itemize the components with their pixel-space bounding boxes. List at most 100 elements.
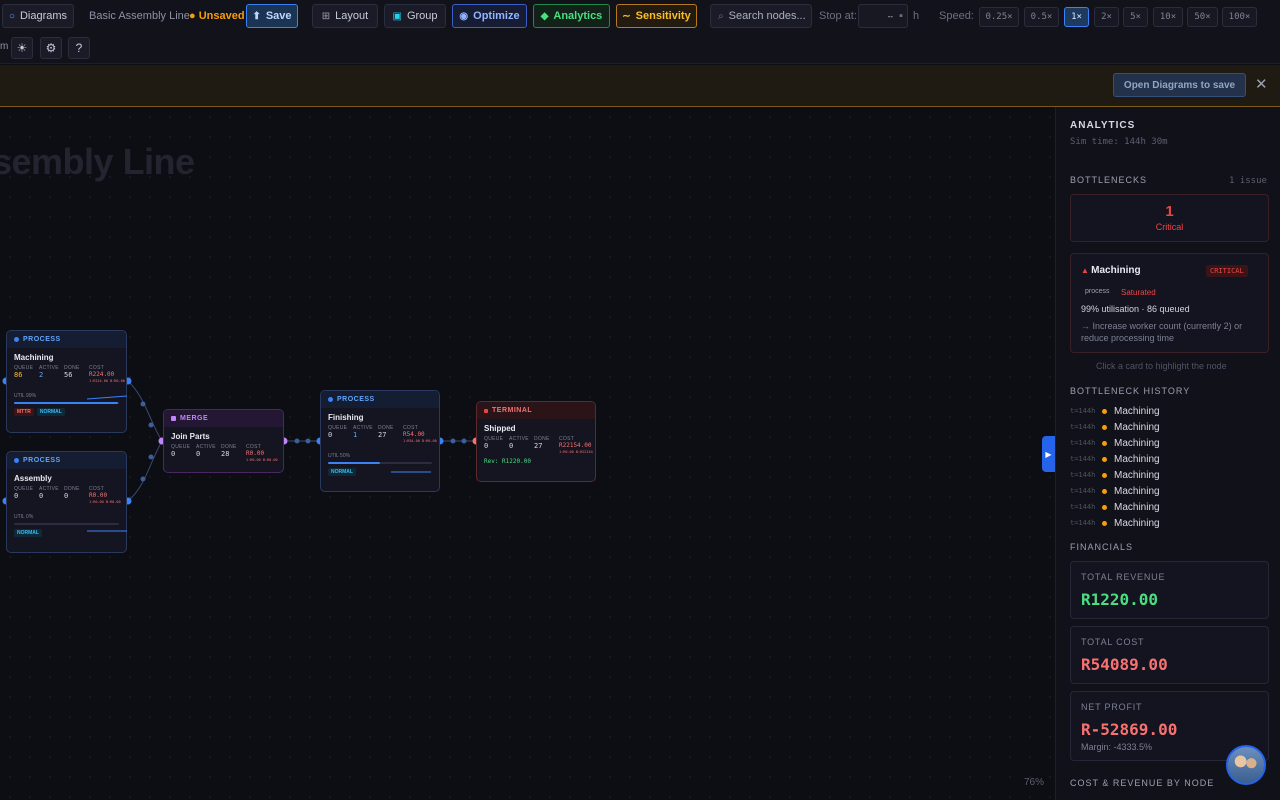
circle-icon: ○ (8, 10, 15, 22)
help-button[interactable]: ? (68, 37, 90, 59)
group-button[interactable]: ▣ Group (384, 4, 446, 28)
cost-value: R22154.00 (559, 442, 592, 449)
process-icon (328, 397, 333, 402)
node-machining[interactable]: PROCESS Machining QUEUE ACTIVE DONE COST… (6, 330, 127, 433)
diagram-canvas[interactable]: sembly Line PROCESS Machining QUEUE ACTI… (0, 107, 1055, 800)
history-item[interactable]: t=144h Machining (1070, 500, 1160, 514)
history-item[interactable]: t=144h Machining (1070, 452, 1160, 466)
node-stats: QUEUE ACTIVE DONE COST 0 1 27 R54.00 (321, 422, 439, 439)
analytics-button[interactable]: ◆ Analytics (533, 4, 610, 28)
total-revenue-card: TOTAL REVENUE R1220.00 (1070, 561, 1269, 619)
speed-0.5x[interactable]: 0.5× (1024, 7, 1059, 27)
layout-button[interactable]: ⊞ Layout (312, 4, 378, 28)
speed-5x[interactable]: 5× (1123, 7, 1148, 27)
warning-dot-icon (1102, 408, 1107, 414)
active-value: 0 (196, 450, 201, 458)
mttr-tag: MTTR (14, 408, 34, 416)
speed-0.25x[interactable]: 0.25× (979, 7, 1019, 27)
speed-2x[interactable]: 2× (1094, 7, 1119, 27)
bottleneck-kind: process (1085, 288, 1110, 295)
stop-at-input[interactable]: -- ▪ (858, 4, 908, 28)
sim-time: Sim time: 144h 30m (1070, 137, 1168, 147)
close-icon[interactable]: ✕ (1255, 75, 1268, 93)
warning-dot-icon (1102, 488, 1107, 494)
unsaved-indicator: ● Unsaved (189, 10, 245, 22)
node-type: PROCESS (337, 396, 375, 403)
toolbar-row2-prefix: m (0, 41, 9, 52)
edge-machining-join (127, 380, 163, 442)
history-item[interactable]: t=144h Machining (1070, 484, 1160, 498)
done-value: 56 (64, 371, 73, 379)
process-icon (14, 337, 19, 342)
node-stats: QUEUE ACTIVE DONE COST 0 0 0 R0.00 (7, 483, 126, 500)
history-item[interactable]: t=144h Machining (1070, 516, 1160, 530)
speed-100x[interactable]: 100× (1222, 7, 1257, 27)
history-item[interactable]: t=144h Machining (1070, 468, 1160, 482)
warning-dot-icon (1102, 456, 1107, 462)
settings-button[interactable]: ⚙ (40, 37, 62, 59)
speed-1x[interactable]: 1× (1064, 7, 1089, 27)
history-time: t=144h (1070, 423, 1096, 431)
sensitivity-button[interactable]: ∼ Sensitivity (616, 4, 697, 28)
done-value: 28 (221, 450, 230, 458)
normal-tag: NORMAL (328, 468, 356, 476)
bottleneck-advice: → Increase worker count (currently 2) or… (1081, 320, 1261, 344)
terminal-icon (484, 408, 488, 413)
optimize-button[interactable]: ◉ Optimize (452, 4, 527, 28)
speed-10x[interactable]: 10× (1153, 7, 1183, 27)
speed-50x[interactable]: 50× (1187, 7, 1218, 27)
panel-hint: Click a card to highlight the node (1096, 361, 1227, 371)
bottleneck-summary: 99% utilisation · 86 queued (1081, 304, 1190, 314)
node-header: PROCESS (7, 452, 126, 469)
bottlenecks-count: 1 issue (1229, 176, 1267, 186)
net-profit-value: R-52869.00 (1081, 720, 1178, 739)
node-type: PROCESS (23, 336, 61, 343)
active-value: 0 (509, 442, 514, 450)
diagrams-button[interactable]: ○ Diagrams (2, 4, 74, 28)
history-node-name: Machining (1114, 421, 1160, 433)
history-time: t=144h (1070, 455, 1096, 463)
cost-value: R0.00 (246, 450, 265, 457)
unsaved-label: Unsaved (198, 10, 245, 22)
node-join-parts[interactable]: MERGE Join Parts QUEUE ACTIVE DONE COST … (163, 409, 284, 473)
critical-summary-card[interactable]: 1 Critical (1070, 194, 1269, 242)
panel-toggle-button[interactable]: ▶ (1042, 436, 1055, 472)
normal-tag: NORMAL (14, 529, 42, 537)
zoom-level: 76% (1024, 777, 1045, 788)
user-avatar[interactable] (1226, 745, 1266, 785)
search-nodes-input[interactable]: ⌕ Search nodes... (710, 4, 812, 28)
flow-dot (450, 438, 456, 444)
node-shipped[interactable]: TERMINAL Shipped QUEUE ACTIVE DONE COST … (476, 401, 596, 482)
group-label: Group (406, 10, 438, 22)
util-label: UTIL 50% (328, 453, 351, 459)
node-name: Finishing (328, 413, 364, 422)
search-icon: ⌕ (718, 10, 724, 22)
node-header: PROCESS (7, 331, 126, 348)
node-assembly[interactable]: PROCESS Assembly QUEUE ACTIVE DONE COST … (6, 451, 127, 553)
bottleneck-card-machining[interactable]: ▲ Machining CRITICAL process Saturated 9… (1070, 253, 1269, 353)
history-item[interactable]: t=144h Machining (1070, 420, 1160, 434)
queue-value: 0 (484, 442, 489, 450)
history-time: t=144h (1070, 407, 1096, 415)
node-finishing[interactable]: PROCESS Finishing QUEUE ACTIVE DONE COST… (320, 390, 440, 492)
cost-value: R54.00 (403, 431, 425, 438)
cost-revenue-title: COST & REVENUE BY NODE (1070, 778, 1215, 788)
diagram-name: Basic Assembly Line (89, 10, 190, 22)
process-icon (14, 458, 19, 463)
bottlenecks-title: BOTTLENECKS (1070, 175, 1148, 185)
done-value: 0 (64, 492, 69, 500)
bottleneck-name: Machining (1091, 265, 1141, 276)
flow-dot (305, 438, 311, 444)
cost-breakdown: 1:R0.00 B:R0.00 (246, 458, 278, 462)
gear-icon: ⚙ (45, 41, 57, 55)
open-diagrams-button[interactable]: Open Diagrams to save (1113, 73, 1246, 97)
queue-value: 0 (14, 492, 19, 500)
theme-toggle-button[interactable]: ☀ (11, 37, 33, 59)
history-item[interactable]: t=144h Machining (1070, 404, 1160, 418)
severity-badge: CRITICAL (1206, 265, 1248, 277)
bottleneck-state: Saturated (1121, 288, 1156, 297)
done-value: 27 (378, 431, 387, 439)
save-button[interactable]: ⬆ Save (246, 4, 298, 28)
queue-value: 0 (171, 450, 176, 458)
history-item[interactable]: t=144h Machining (1070, 436, 1160, 450)
